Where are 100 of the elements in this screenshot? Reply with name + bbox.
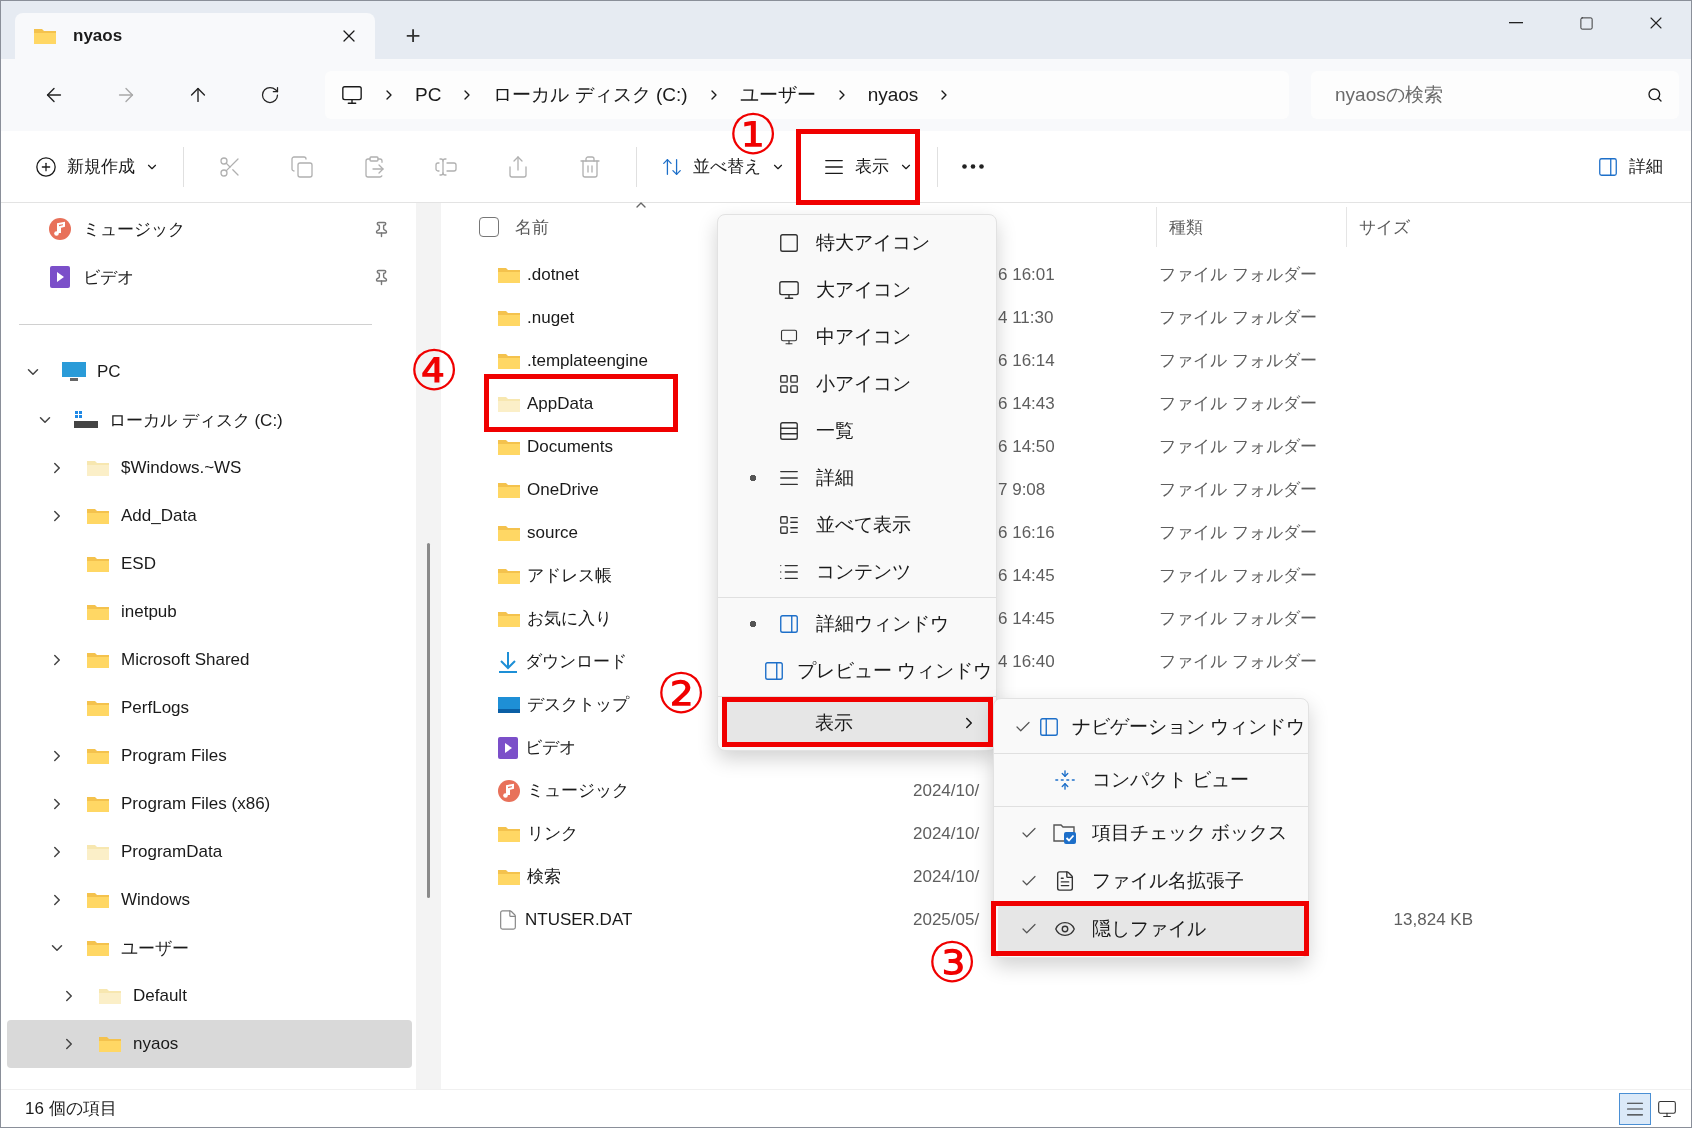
tree-item[interactable]: ESD <box>7 540 412 588</box>
monitor-icon <box>778 278 800 301</box>
tree-item[interactable]: Program Files <box>7 732 412 780</box>
file-name[interactable]: .dotnet <box>527 264 579 285</box>
details-pane-button[interactable]: 詳細 <box>1583 142 1677 191</box>
menu-item[interactable]: ファイル名拡張子 <box>998 857 1304 905</box>
date-cell: 7 9:08 <box>998 479 1046 499</box>
file-name[interactable]: ミュージック <box>527 779 629 802</box>
tree-item[interactable]: PerfLogs <box>7 684 412 732</box>
column-header[interactable]: 名前 <box>515 215 549 239</box>
type-cell: ファイル フォルダー <box>1159 652 1317 671</box>
file-name[interactable]: Documents <box>527 436 613 457</box>
menu-item[interactable]: 詳細 <box>722 454 992 501</box>
menu-item[interactable]: プレビュー ウィンドウ <box>722 647 992 694</box>
file-name[interactable]: source <box>527 522 579 543</box>
details-view-button[interactable] <box>1619 1092 1651 1125</box>
tree-item[interactable]: PC <box>7 348 412 396</box>
monitor-icon <box>341 84 363 106</box>
date-cell: 2025/05/ <box>913 909 980 929</box>
music-icon <box>48 217 72 241</box>
file-name[interactable]: .templateengine <box>527 350 648 371</box>
file-name[interactable]: OneDrive <box>527 479 599 500</box>
square-icon <box>778 231 800 254</box>
date-cell: 6 14:45 <box>998 608 1055 628</box>
file-name[interactable]: AppData <box>527 393 594 414</box>
tree-item[interactable]: $Windows.~WS <box>7 444 412 492</box>
grid-icon <box>778 372 800 395</box>
type-cell: ファイル フォルダー <box>1159 308 1317 327</box>
menu-item[interactable]: 並べて表示 <box>722 501 992 548</box>
file-name[interactable]: ダウンロード <box>525 650 627 673</box>
tree-item[interactable]: Microsoft Shared <box>7 636 412 684</box>
type-cell: ファイル フォルダー <box>1159 523 1317 542</box>
breadcrumb[interactable]: ユーザー <box>739 82 816 108</box>
menu-item[interactable]: 詳細ウィンドウ <box>722 600 992 647</box>
tree-item[interactable]: ユーザー <box>7 924 412 972</box>
quick-access-item[interactable]: ミュージック <box>7 205 412 253</box>
step-number: ② <box>656 666 707 722</box>
new-tab-button[interactable]: + <box>393 15 433 55</box>
breadcrumb[interactable]: PC <box>415 84 442 106</box>
view-button[interactable]: 表示 <box>809 142 927 191</box>
pane-icon <box>1597 155 1619 178</box>
column-header[interactable]: サイズ <box>1346 207 1481 247</box>
step-number: ③ <box>927 935 978 991</box>
tiles-icon <box>778 513 800 536</box>
tree-item[interactable]: Add_Data <box>7 492 412 540</box>
monitor-icon <box>780 327 798 346</box>
maximize-icon <box>1578 15 1594 31</box>
copy-icon <box>290 154 314 179</box>
breadcrumb[interactable]: nyaos <box>867 84 919 106</box>
tree-item[interactable]: nyaos <box>7 1020 412 1068</box>
tree-item[interactable]: inetpub <box>7 588 412 636</box>
quick-access-item[interactable]: ビデオ <box>7 253 412 301</box>
pane-icon <box>762 659 785 682</box>
menu-item[interactable]: 小アイコン <box>722 360 992 407</box>
download-icon <box>497 649 519 674</box>
video-icon <box>49 265 71 289</box>
tree-item[interactable]: Default <box>7 972 412 1020</box>
menu-item[interactable]: 隠しファイル <box>998 905 1304 953</box>
tree-item[interactable]: ProgramData <box>7 828 412 876</box>
file-icon <box>497 908 519 931</box>
file-name[interactable]: NTUSER.DAT <box>525 909 633 930</box>
menu-item[interactable]: 中アイコン <box>722 313 992 360</box>
breadcrumb[interactable]: ローカル ディスク (C:) <box>493 82 688 108</box>
file-name[interactable]: 検索 <box>527 865 561 888</box>
folder-icon <box>98 986 122 1006</box>
scrollbar[interactable] <box>427 543 430 898</box>
pin-icon <box>373 220 390 238</box>
file-name[interactable]: アドレス帳 <box>527 564 612 587</box>
date-cell: 6 14:43 <box>998 393 1055 413</box>
file-name[interactable]: ビデオ <box>525 736 576 759</box>
menu-item[interactable]: 一覧 <box>722 407 992 454</box>
folder-icon <box>86 458 110 478</box>
date-cell: 4 16:40 <box>998 651 1055 671</box>
tree-item[interactable]: Windows <box>7 876 412 924</box>
select-all-checkbox[interactable] <box>479 217 499 237</box>
pane-icon <box>778 612 800 635</box>
file-name[interactable]: お気に入り <box>527 607 612 630</box>
folder-icon <box>86 890 110 910</box>
tab[interactable]: nyaos <box>15 13 375 59</box>
search-field[interactable]: nyaosの検索 <box>1311 71 1679 119</box>
size-cell: 13,824 KB <box>1393 909 1473 929</box>
tree-item[interactable]: Program Files (x86) <box>7 780 412 828</box>
refresh-icon <box>260 85 280 105</box>
pin-icon <box>373 268 390 286</box>
folder-icon <box>86 650 110 670</box>
tree-item[interactable]: ローカル ディスク (C:) <box>7 396 412 444</box>
compact-icon <box>1054 769 1076 791</box>
column-header[interactable]: 種類 <box>1156 207 1346 247</box>
new-button[interactable]: 新規作成 <box>21 142 173 191</box>
file-name[interactable]: .nuget <box>527 307 575 328</box>
menu-item[interactable]: ナビゲーション ウィンドウ <box>998 703 1304 751</box>
file-name[interactable]: リンク <box>527 822 578 845</box>
desktop-icon <box>497 694 521 715</box>
menu-item[interactable]: コンパクト ビュー <box>998 756 1304 804</box>
menu-item[interactable]: 大アイコン <box>722 266 992 313</box>
menu-item[interactable]: 項目チェック ボックス <box>998 809 1304 857</box>
menu-item[interactable]: 特大アイコン <box>722 219 992 266</box>
file-name[interactable]: デスクトップ <box>527 693 629 716</box>
date-cell: 2024/10/ <box>913 823 980 843</box>
menu-item[interactable]: コンテンツ <box>722 548 992 595</box>
